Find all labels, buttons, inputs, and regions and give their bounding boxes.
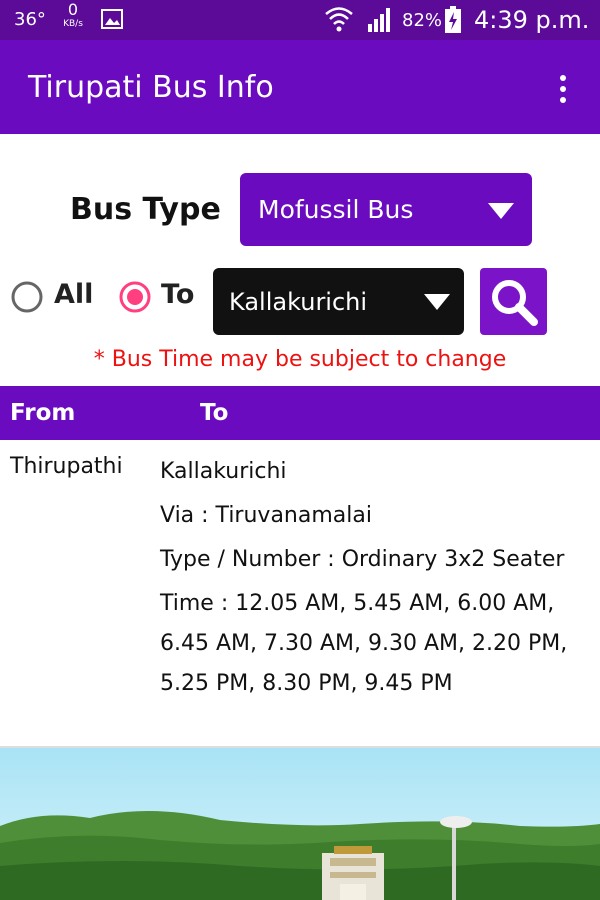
row-time-value: Time : 12.05 AM, 5.45 AM, 6.00 AM, 6.45 …	[160, 591, 568, 696]
app-title: Tirupati Bus Info	[28, 70, 274, 105]
row-from-value: Thirupathi	[10, 454, 123, 479]
dropdown-arrow-icon	[488, 203, 514, 223]
radio-to[interactable]	[118, 280, 151, 313]
column-header-from: From	[10, 400, 76, 426]
bus-type-label: Bus Type	[70, 192, 221, 227]
row-type-value: Type / Number : Ordinary 3x2 Seater	[160, 547, 565, 572]
destination-dropdown[interactable]: Kallakurichi	[213, 268, 464, 335]
row-via-value: Via : Tiruvanamalai	[160, 503, 372, 528]
data-speed-value: 0	[67, 0, 79, 19]
signal-icon	[366, 6, 394, 38]
wifi-icon	[324, 5, 354, 37]
radio-all[interactable]	[10, 280, 43, 313]
search-icon	[492, 280, 538, 326]
destination-selected-value: Kallakurichi	[229, 288, 368, 316]
bus-type-selected-value: Mofussil Bus	[258, 195, 414, 224]
image-notification-icon	[101, 9, 123, 33]
schedule-notice: * Bus Time may be subject to change	[93, 347, 507, 372]
table-header: From To	[0, 386, 600, 440]
data-speed-unit: KB/s	[63, 19, 83, 29]
radio-to-label[interactable]: To	[161, 279, 194, 310]
row-to-value: Kallakurichi	[160, 459, 287, 484]
status-bar: 36° 0 KB/s 82% 4:39 p.m.	[0, 0, 600, 40]
temple-banner-image	[0, 748, 600, 900]
battery-charging-icon	[444, 6, 462, 38]
bus-type-dropdown[interactable]: Mofussil Bus	[240, 173, 532, 246]
more-vert-icon[interactable]	[548, 72, 578, 108]
temperature-text: 36°	[14, 9, 46, 30]
data-speed-indicator: 0 KB/s	[58, 0, 88, 30]
search-button[interactable]	[480, 268, 547, 335]
battery-percent: 82%	[402, 10, 443, 31]
column-header-to: To	[200, 400, 229, 426]
table-row: Kallakurichi Via : Tiruvanamalai Type / …	[160, 452, 598, 704]
dropdown-arrow-icon	[424, 294, 450, 314]
radio-all-label[interactable]: All	[54, 279, 93, 310]
clock-time: 4:39 p.m.	[474, 6, 590, 34]
app-bar: Tirupati Bus Info	[0, 40, 600, 134]
